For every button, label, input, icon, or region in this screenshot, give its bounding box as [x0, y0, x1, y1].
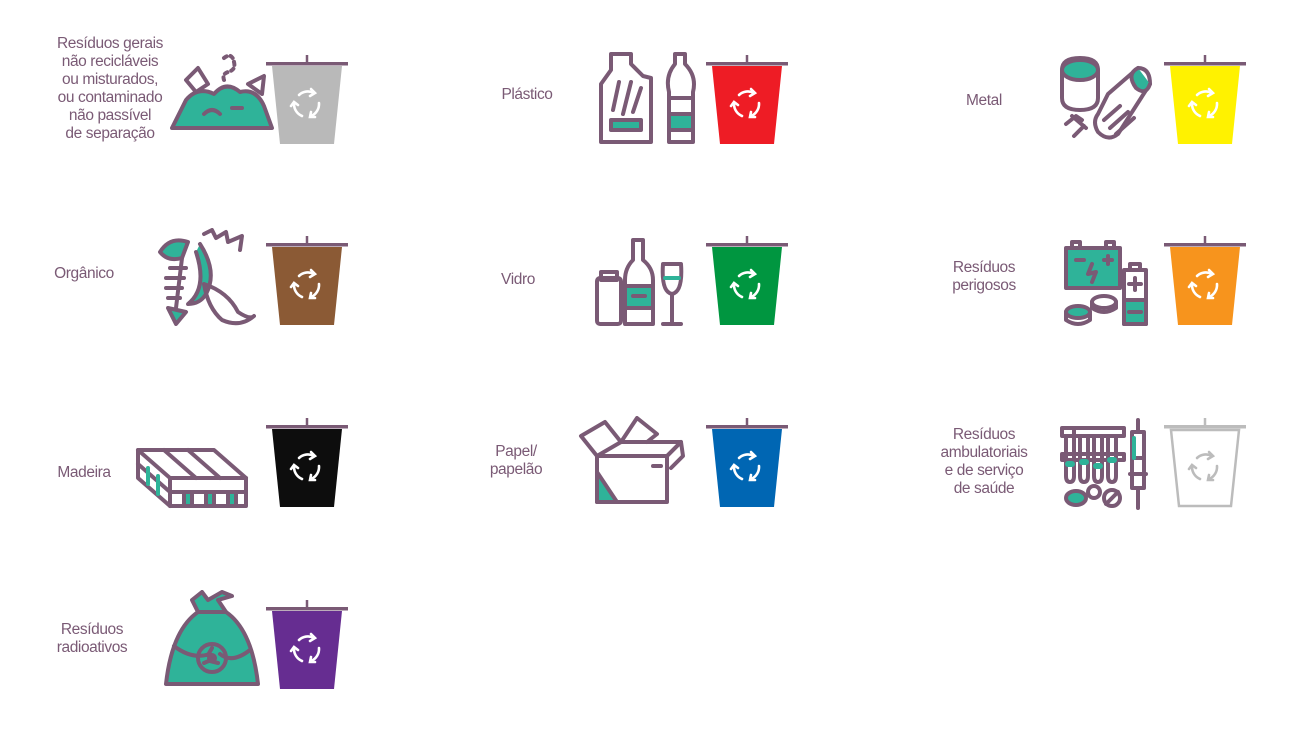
- cardboard-box-icon: [577, 416, 685, 508]
- label-madeira: Madeira: [57, 464, 111, 481]
- organic-waste-icon: [156, 228, 256, 326]
- label-metal: Metal: [966, 92, 1002, 109]
- label-organico: Orgânico: [54, 265, 114, 282]
- bin-plastico: [706, 53, 788, 145]
- bin-papel: [706, 416, 788, 508]
- batteries-icon: [1062, 240, 1152, 328]
- radioactive-bag-icon: [162, 590, 262, 690]
- bin-vidro: [706, 234, 788, 326]
- label-vidro: Vidro: [501, 271, 535, 288]
- label-saude: Resíduos ambulatoriais e de serviço de s…: [940, 426, 1028, 497]
- bin-radioativos: [266, 598, 348, 690]
- wood-pallet-icon: [134, 444, 250, 510]
- medical-waste-icon: [1060, 418, 1152, 510]
- label-radioativos: Resíduos radioativos: [56, 621, 128, 656]
- plastic-bottles-icon: [597, 50, 701, 146]
- bin-saude: [1164, 416, 1246, 508]
- bin-metal: [1164, 53, 1246, 145]
- glass-bottles-icon: [593, 236, 685, 328]
- bin-gerais: [266, 53, 348, 145]
- bin-perigosos: [1164, 234, 1246, 326]
- label-papel: Papel/ papelão: [489, 443, 543, 478]
- label-perigosos: Resíduos perigosos: [952, 259, 1016, 294]
- garbage-pile-icon: [168, 50, 276, 132]
- label-gerais: Resíduos gerais não recicláveis ou mistu…: [56, 35, 163, 142]
- bin-organico: [266, 234, 348, 326]
- label-plastico: Plástico: [501, 86, 553, 103]
- metal-cans-icon: [1058, 54, 1154, 144]
- bin-madeira: [266, 416, 348, 508]
